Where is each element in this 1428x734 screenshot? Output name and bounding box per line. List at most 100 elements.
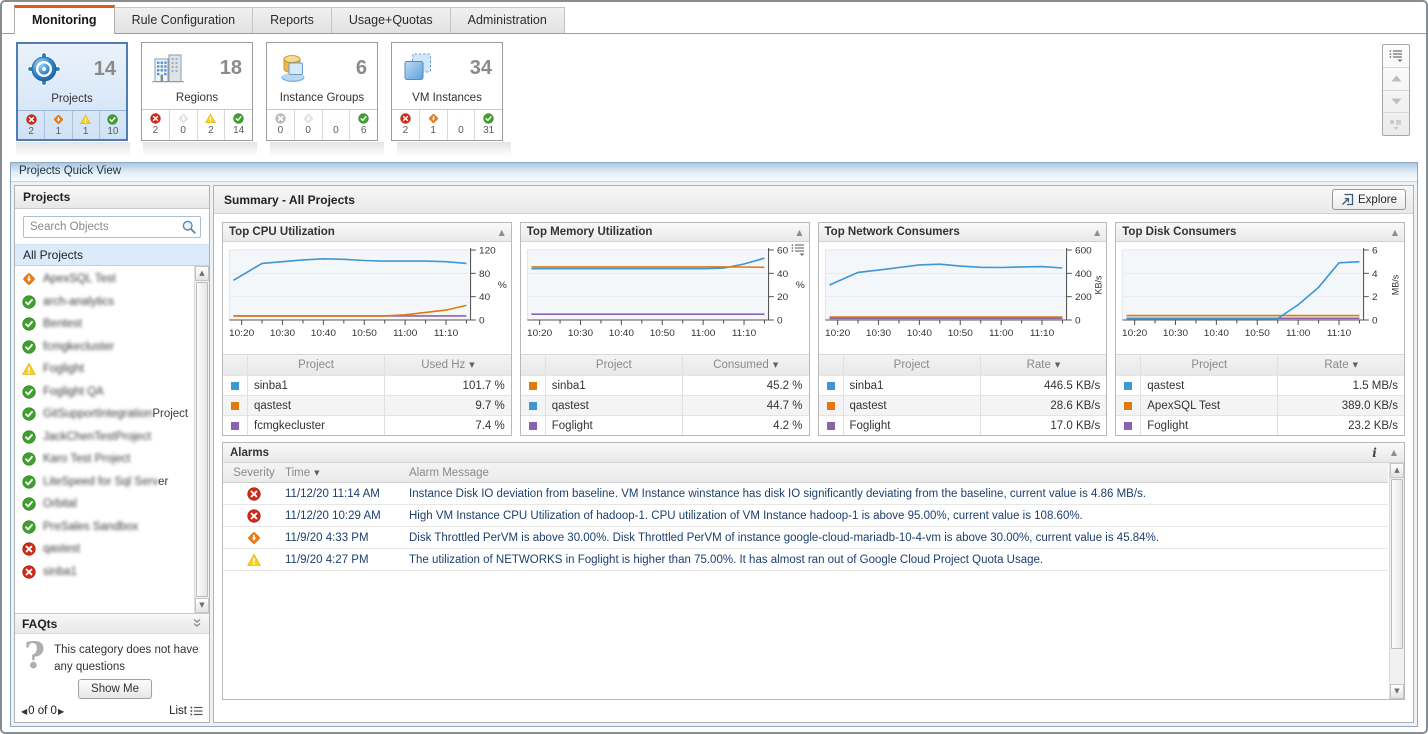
collapse-icon[interactable]: ▲ bbox=[1094, 228, 1100, 237]
column-header-value[interactable]: Rate▼ bbox=[1277, 355, 1404, 375]
scroll-down-icon[interactable]: ▼ bbox=[195, 598, 209, 613]
warning-status-icon bbox=[247, 553, 261, 567]
search-input[interactable] bbox=[23, 216, 201, 238]
faqts-header[interactable]: FAQts bbox=[15, 613, 209, 634]
collapse-icon[interactable]: ▲ bbox=[1391, 448, 1397, 457]
scrollbar-thumb[interactable] bbox=[196, 282, 208, 597]
critical-status-icon bbox=[22, 272, 36, 286]
svg-text:10:50: 10:50 bbox=[649, 328, 675, 339]
project-item-litespeed-for-sql-serv[interactable]: LiteSpeed for Sql Server bbox=[15, 471, 194, 494]
explore-icon bbox=[1341, 193, 1354, 206]
tab-reports[interactable]: Reports bbox=[253, 7, 332, 33]
column-header-project[interactable]: Project bbox=[545, 355, 682, 375]
project-item-sinba1[interactable]: sinba1 bbox=[15, 561, 194, 584]
tile-carousel-toolbar bbox=[1382, 44, 1410, 136]
explore-button[interactable]: Explore bbox=[1332, 189, 1406, 210]
legend-table-row[interactable]: sinba145.2 % bbox=[521, 375, 809, 395]
info-icon[interactable]: i bbox=[1372, 446, 1377, 460]
project-item-foglight-qa[interactable]: Foglight QA bbox=[15, 381, 194, 404]
normal-status-icon bbox=[22, 385, 36, 399]
tile-vm-instances[interactable]: 34VM Instances21031 bbox=[391, 42, 503, 141]
search-row bbox=[15, 209, 209, 244]
tab-administration[interactable]: Administration bbox=[451, 7, 565, 33]
project-item-jackchentestproject[interactable]: JackChenTestProject bbox=[15, 426, 194, 449]
legend-table-row[interactable]: Foglight23.2 KB/s bbox=[1116, 415, 1404, 435]
project-item-presales-sandbox[interactable]: PreSales Sandbox bbox=[15, 516, 194, 539]
legend-table-row[interactable]: Foglight4.2 % bbox=[521, 415, 809, 435]
all-projects-item[interactable]: All Projects bbox=[15, 244, 209, 266]
legend-project-name: ApexSQL Test bbox=[1140, 396, 1277, 415]
alarm-time: 11/9/20 4:33 PM bbox=[285, 532, 409, 544]
legend-table-row[interactable]: fcmgkecluster7.4 % bbox=[223, 415, 511, 435]
tab-monitoring[interactable]: Monitoring bbox=[14, 5, 115, 34]
svg-text:10:30: 10:30 bbox=[270, 328, 296, 339]
alarm-row[interactable]: 11/9/20 4:33 PMDisk Throttled PerVM is a… bbox=[223, 527, 1388, 549]
critical-status-icon bbox=[247, 531, 261, 545]
legend-table-row[interactable]: qastest1.5 MB/s bbox=[1116, 375, 1404, 395]
scroll-up-icon[interactable]: ▲ bbox=[195, 266, 209, 281]
critical-status-icon bbox=[303, 113, 314, 124]
show-me-button[interactable]: Show Me bbox=[78, 679, 152, 699]
tile-instance-groups[interactable]: 6Instance Groups0006 bbox=[266, 42, 378, 141]
collapse-icon[interactable]: ▲ bbox=[1392, 228, 1398, 237]
tile-regions[interactable]: 18Regions20214 bbox=[141, 42, 253, 141]
legend-table-row[interactable]: sinba1446.5 KB/s bbox=[819, 375, 1107, 395]
project-item-fcmgkecluster[interactable]: fcmgkecluster bbox=[15, 336, 194, 359]
collapse-icon[interactable]: ▲ bbox=[796, 228, 802, 237]
normal-status-icon bbox=[483, 113, 494, 124]
alarms-scrollbar[interactable]: ▲ ▼ bbox=[1389, 463, 1404, 699]
collapse-icon[interactable]: ▲ bbox=[499, 228, 505, 237]
project-item-gitsupportintegration[interactable]: GitSupportIntegrationProject bbox=[15, 403, 194, 426]
alarm-row[interactable]: 11/12/20 11:14 AMInstance Disk IO deviat… bbox=[223, 483, 1388, 505]
menu-icon[interactable] bbox=[1383, 45, 1409, 67]
series-color-swatch bbox=[1124, 382, 1132, 390]
svg-text:10:40: 10:40 bbox=[906, 328, 932, 339]
column-header-project[interactable]: Project bbox=[843, 355, 980, 375]
alarm-row[interactable]: 11/12/20 10:29 AMHigh VM Instance CPU Ut… bbox=[223, 505, 1388, 527]
project-item-orbital[interactable]: Orbital bbox=[15, 493, 194, 516]
project-item-foglight[interactable]: Foglight bbox=[15, 358, 194, 381]
legend-table-row[interactable]: qastest9.7 % bbox=[223, 395, 511, 415]
projects-scrollbar[interactable]: ▲ ▼ bbox=[194, 266, 209, 613]
scrollbar-thumb[interactable] bbox=[1391, 479, 1403, 649]
column-header-time[interactable]: Time▼ bbox=[285, 467, 409, 479]
pager-prev-icon[interactable]: ◀ bbox=[21, 707, 27, 716]
normal-status-icon bbox=[22, 317, 36, 331]
column-header-value[interactable]: Rate▼ bbox=[980, 355, 1107, 375]
list-view-toggle[interactable]: List bbox=[169, 705, 203, 717]
column-header-project[interactable]: Project bbox=[247, 355, 384, 375]
legend-table-row[interactable]: qastest28.6 KB/s bbox=[819, 395, 1107, 415]
legend-table-row[interactable]: qastest44.7 % bbox=[521, 395, 809, 415]
svg-text:400: 400 bbox=[1075, 269, 1092, 280]
legend-table-row[interactable]: ApexSQL Test389.0 KB/s bbox=[1116, 395, 1404, 415]
project-item-karo-test-project[interactable]: Karo Test Project bbox=[15, 448, 194, 471]
alarm-row[interactable]: 11/9/20 4:27 PMThe utilization of NETWOR… bbox=[223, 549, 1388, 571]
tab-rule-configuration[interactable]: Rule Configuration bbox=[115, 7, 254, 33]
project-item-arch-analytics[interactable]: arch-analytics bbox=[15, 291, 194, 314]
legend-table-row[interactable]: Foglight17.0 KB/s bbox=[819, 415, 1107, 435]
project-item-bentest[interactable]: Bentest bbox=[15, 313, 194, 336]
column-header-severity[interactable]: Severity bbox=[223, 467, 285, 479]
project-name: LiteSpeed for Sql Serv bbox=[43, 476, 158, 488]
scroll-up-icon[interactable]: ▲ bbox=[1390, 463, 1404, 478]
column-header-value[interactable]: Consumed▼ bbox=[682, 355, 809, 375]
legend-table-row[interactable]: sinba1101.7 % bbox=[223, 375, 511, 395]
project-item-apexsql-test[interactable]: ApexSQL Test bbox=[15, 268, 194, 291]
column-header-message[interactable]: Alarm Message bbox=[409, 467, 1388, 479]
search-icon[interactable] bbox=[181, 219, 197, 235]
scroll-down-icon[interactable] bbox=[1383, 90, 1409, 113]
series-color-swatch bbox=[827, 422, 835, 430]
detach-icon[interactable] bbox=[1383, 112, 1409, 135]
chart-menu-icon[interactable] bbox=[791, 243, 806, 256]
scroll-up-icon[interactable] bbox=[1383, 67, 1409, 90]
tab-usage-quotas[interactable]: Usage+Quotas bbox=[332, 7, 451, 33]
column-header-value[interactable]: Used Hz▼ bbox=[384, 355, 511, 375]
scroll-down-icon[interactable]: ▼ bbox=[1390, 684, 1404, 699]
project-item-qastest[interactable]: qastest bbox=[15, 538, 194, 561]
collapse-chevrons-icon[interactable] bbox=[192, 617, 202, 631]
tile-count: 34 bbox=[470, 57, 492, 80]
pager-next-icon[interactable]: ▶ bbox=[58, 707, 64, 716]
tile-projects[interactable]: 14Projects21110 bbox=[16, 42, 128, 141]
column-header-project[interactable]: Project bbox=[1140, 355, 1277, 375]
chart-panel-header: Top CPU Utilization▲ bbox=[223, 223, 511, 242]
